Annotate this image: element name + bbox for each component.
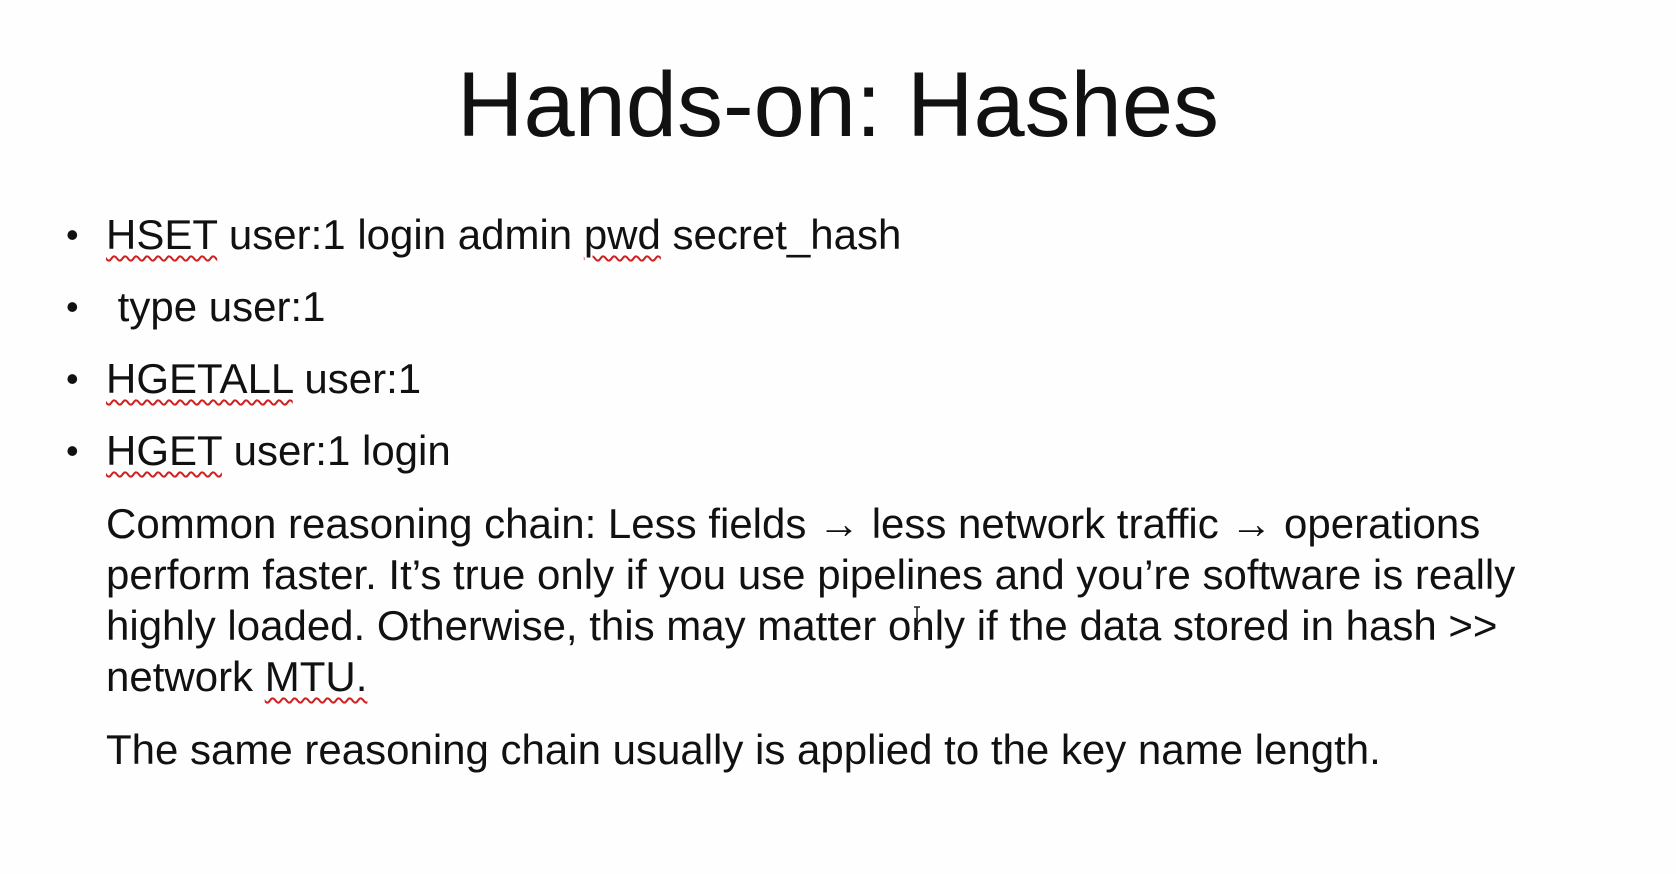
- slide-content: • HSET user:1 login admin pwd secret_has…: [66, 210, 1566, 775]
- command-args-tail: secret_hash: [660, 211, 902, 258]
- command-args: user:1 login: [221, 427, 451, 474]
- command-hset: HSET: [106, 211, 218, 258]
- slide-title: Hands-on: Hashes: [457, 54, 1219, 156]
- slide: Hands-on: Hashes • HSET user:1 login adm…: [0, 0, 1676, 874]
- bullet-text: HGETALL user:1: [106, 354, 421, 404]
- bullet-dot: •: [66, 214, 79, 255]
- bullet-item-hgetall: • HGETALL user:1: [66, 354, 1566, 404]
- word-mtu: MTU.: [264, 653, 368, 700]
- text-cursor-icon: [914, 606, 920, 632]
- command-args: user:1: [292, 355, 422, 402]
- bullet-dot: •: [66, 358, 79, 399]
- bullet-dot: •: [66, 286, 79, 327]
- word-pwd: pwd: [583, 211, 661, 258]
- bullet-item-hset: • HSET user:1 login admin pwd secret_has…: [66, 210, 1566, 260]
- bullet-text: type user:1: [106, 283, 326, 330]
- bullet-item-type: • type user:1: [66, 282, 1566, 332]
- bullet-dot: •: [66, 430, 79, 471]
- command-hgetall: HGETALL: [106, 355, 293, 402]
- bullet-item-hget: • HGET user:1 login: [66, 426, 1566, 476]
- paragraph-key-length: The same reasoning chain usually is appl…: [106, 726, 1381, 773]
- bullet-text: HGET user:1 login: [106, 426, 451, 476]
- command-hget: HGET: [106, 427, 222, 474]
- paragraph-reasoning: Common reasoning chain: Less fields → le…: [106, 498, 1536, 702]
- bullet-text: HSET user:1 login admin pwd secret_hash: [106, 210, 901, 260]
- command-args: user:1 login admin: [217, 211, 584, 258]
